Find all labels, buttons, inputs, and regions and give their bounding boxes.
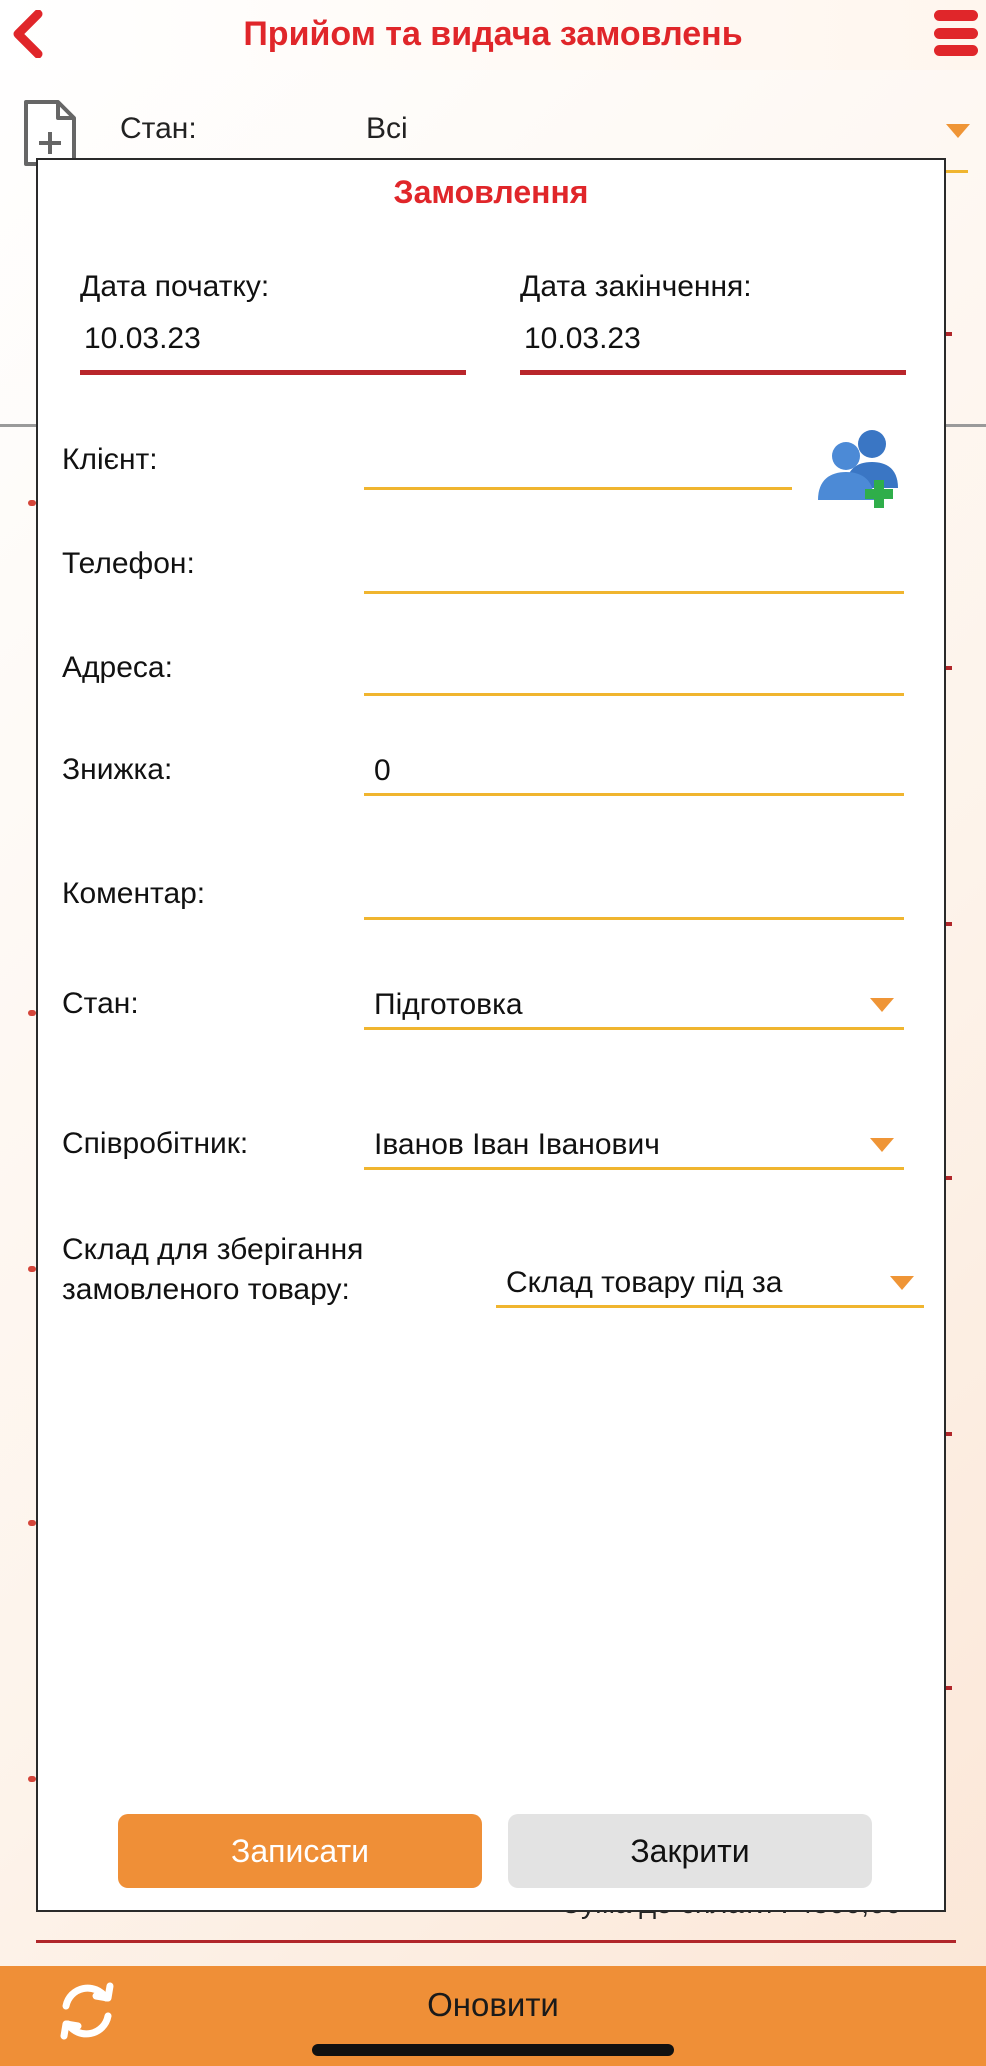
list-marker <box>28 1010 36 1016</box>
client-label: Клієнт: <box>62 443 158 476</box>
list-divider <box>946 666 952 670</box>
list-divider <box>946 922 952 926</box>
status-filter-value[interactable]: Всі <box>366 112 408 146</box>
status-label: Стан: <box>62 987 139 1020</box>
end-date-group: Дата закінчення: 10.03.23 <box>520 270 906 375</box>
warehouse-select-value: Склад товару під за <box>506 1265 783 1299</box>
list-divider <box>946 1432 952 1436</box>
top-bar: Прийом та видача замовлень <box>0 0 986 70</box>
address-field[interactable] <box>364 648 904 696</box>
employee-select-value: Іванов Іван Іванович <box>374 1127 660 1161</box>
save-button[interactable]: Записати <box>118 1814 482 1888</box>
employee-select[interactable]: Іванов Іван Іванович <box>364 1122 904 1170</box>
list-marker <box>28 1266 36 1272</box>
list-marker <box>28 1776 36 1782</box>
status-filter-label: Стан: <box>120 112 197 145</box>
list-divider <box>946 1176 952 1180</box>
discount-label: Знижка: <box>62 753 173 786</box>
dropdown-arrow-icon <box>890 1276 914 1290</box>
refresh-button-label[interactable]: Оновити <box>0 1986 986 2024</box>
discount-field[interactable]: 0 <box>364 748 904 796</box>
employee-label: Співробітник: <box>62 1127 249 1160</box>
warehouse-label: Склад для зберігання замовленого товару: <box>62 1230 363 1310</box>
phone-field[interactable] <box>364 546 904 594</box>
list-marker <box>28 500 36 506</box>
status-select-value: Підготовка <box>374 987 523 1021</box>
status-select[interactable]: Підготовка <box>364 982 904 1030</box>
close-button[interactable]: Закрити <box>508 1814 872 1888</box>
phone-label: Телефон: <box>62 547 195 580</box>
order-dialog: Замовлення Дата початку: 10.03.23 Дата з… <box>36 158 946 1912</box>
end-date-field[interactable]: 10.03.23 <box>520 322 906 375</box>
warehouse-label-line2: замовленого товару: <box>62 1273 350 1306</box>
menu-button[interactable] <box>934 8 978 58</box>
add-client-icon[interactable] <box>816 426 902 508</box>
divider <box>0 424 36 427</box>
comment-field[interactable] <box>364 872 904 920</box>
warehouse-label-line1: Склад для зберігання <box>62 1233 364 1266</box>
warehouse-select[interactable]: Склад товару під за <box>496 1260 924 1308</box>
divider <box>946 170 968 173</box>
client-field[interactable] <box>364 442 792 490</box>
divider <box>36 1940 956 1943</box>
start-date-label: Дата початку: <box>80 270 270 303</box>
menu-bar <box>934 10 978 21</box>
dropdown-arrow-icon <box>870 1138 894 1152</box>
dropdown-arrow-icon[interactable] <box>946 124 970 140</box>
menu-bar <box>934 45 978 56</box>
home-indicator <box>312 2044 674 2056</box>
page-title: Прийом та видача замовлень <box>243 15 743 53</box>
divider <box>946 424 986 427</box>
end-date-label: Дата закінчення: <box>520 270 752 303</box>
dialog-title: Замовлення <box>393 174 589 210</box>
comment-label: Коментар: <box>62 877 206 910</box>
address-label: Адреса: <box>62 651 173 684</box>
dropdown-arrow-icon <box>870 998 894 1012</box>
list-divider <box>946 1686 952 1690</box>
start-date-field[interactable]: 10.03.23 <box>80 322 466 375</box>
list-divider <box>946 332 952 336</box>
chevron-left-icon <box>13 10 43 58</box>
list-marker <box>28 1520 36 1526</box>
start-date-group: Дата початку: 10.03.23 <box>80 270 466 375</box>
menu-bar <box>934 27 978 39</box>
back-button[interactable] <box>6 8 50 60</box>
